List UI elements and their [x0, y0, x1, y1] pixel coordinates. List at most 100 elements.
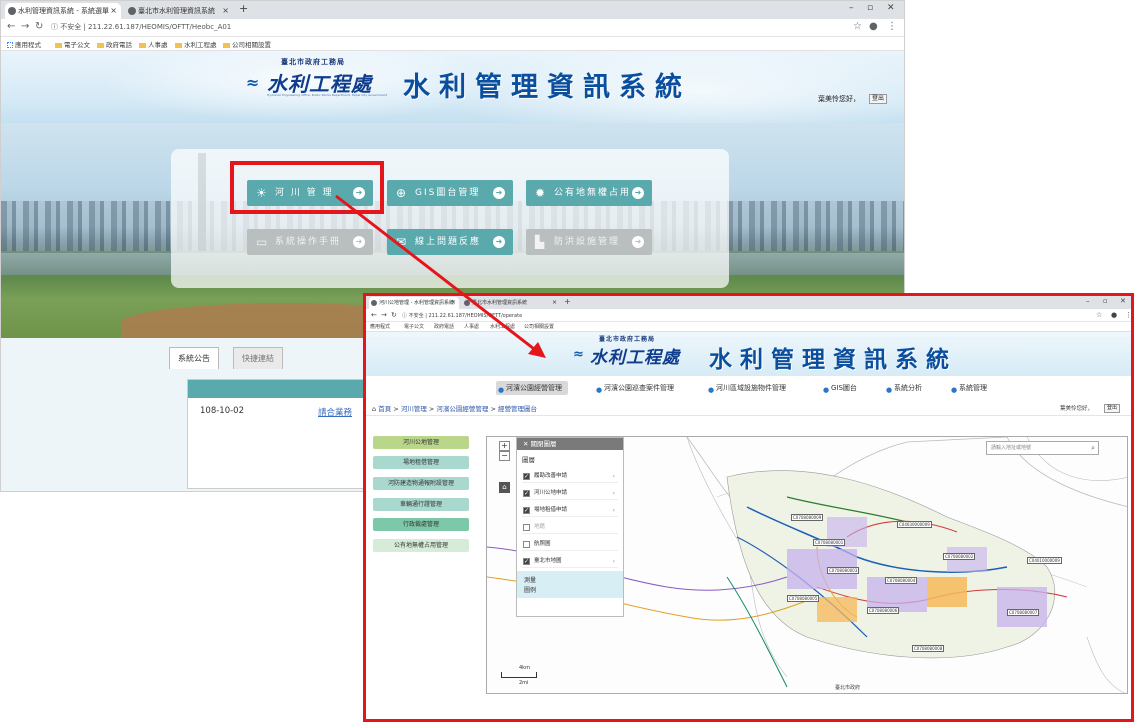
map-marker-label[interactable]: C0708080006 [867, 607, 900, 614]
browser-tab[interactable]: 臺北市水利管理資訊系統 × [462, 297, 560, 309]
logout-button[interactable]: 登出 [869, 94, 888, 104]
sidebar-item-flood-structure[interactable]: 河防建造物通報附設管理 [373, 477, 469, 490]
close-window-icon[interactable]: ✕ [887, 3, 895, 13]
star-icon[interactable]: ☆ [1096, 311, 1102, 319]
tab-announcement[interactable]: 系統公告 [169, 347, 219, 369]
breadcrumb-item[interactable]: 河濱公園經營管理 [436, 405, 488, 413]
manual-button[interactable]: ▭ 系統操作手冊 ➜ [247, 229, 373, 255]
browser-tab-active[interactable]: 水利管理資訊系統 - 系統選單 × [5, 3, 121, 19]
address-bar[interactable]: ⓘ 不安全 | 211.22.61.187/HEOMIS/OFTT/operat… [402, 312, 522, 319]
checkbox-checked[interactable]: ✓ [523, 473, 530, 480]
announcement-link[interactable]: 請合業務 [318, 406, 352, 418]
minimize-icon[interactable]: – [1086, 297, 1090, 305]
close-tab-icon[interactable]: × [552, 297, 557, 309]
map-marker-label[interactable]: C0708080004 [885, 577, 918, 584]
layer-item[interactable]: ✓ 臺北市地圖 › [522, 555, 618, 568]
flood-facility-button[interactable]: ▙ 防洪設施管理 ➜ [526, 229, 652, 255]
legend-tool[interactable]: 圖例 [524, 585, 536, 594]
arrow-right-icon: ➜ [493, 187, 505, 199]
close-tab-icon[interactable]: × [222, 3, 229, 19]
map-view[interactable]: C0708080009 C04030000009 C0708080001 C07… [486, 436, 1128, 694]
sidebar-item-public-land[interactable]: 公有地無權占用管理 [373, 539, 469, 552]
bookmark-item[interactable]: 水利工程處 [175, 39, 217, 49]
layer-item[interactable]: ✓ 河川公地申請 › [522, 487, 618, 500]
tab-park-inspection[interactable]: ● 河濱公園巡查案件管理 [594, 381, 674, 395]
checkbox-checked[interactable]: ✓ [523, 490, 530, 497]
map-marker-label[interactable]: C0708080003 [827, 567, 860, 574]
bookmark-apps[interactable]: 應用程式 [370, 323, 390, 330]
gis-management-button[interactable]: ⊕ GIS圖台管理 ➜ [387, 180, 513, 206]
address-bar[interactable]: ⓘ 不安全 | 211.22.61.187/HEOMIS/OFTT/Heobc_… [51, 22, 231, 32]
checkbox[interactable] [523, 541, 530, 548]
maximize-icon[interactable]: ▫ [1103, 297, 1108, 305]
minimize-icon[interactable]: – [849, 3, 854, 13]
bookmark-item[interactable]: 人事處 [139, 39, 168, 49]
bookmark-item[interactable]: 政府電話 [97, 39, 132, 49]
bookmark-item[interactable]: 公司相關設置 [524, 323, 554, 330]
bookmark-item[interactable]: 人事處 [464, 323, 479, 330]
account-icon[interactable]: ● [869, 21, 878, 32]
back-icon[interactable]: ← [371, 311, 377, 319]
zoom-out-button[interactable]: − [499, 451, 510, 461]
bookmark-item[interactable]: 電子公文 [55, 39, 90, 49]
tab-system-admin[interactable]: ● 系統管理 [949, 381, 987, 395]
close-layer-button[interactable]: ✕ 關閉圖層 [517, 438, 623, 450]
map-marker-label[interactable]: C0708080002 [943, 553, 976, 560]
map-marker-label[interactable]: C0708080008 [912, 645, 945, 652]
map-marker-label[interactable]: C0708080001 [813, 539, 846, 546]
new-tab-icon[interactable]: + [564, 297, 571, 306]
map-marker-label[interactable]: C0708080007 [1007, 609, 1040, 616]
bookmark-item[interactable]: 公司相關設置 [223, 39, 271, 49]
bookmark-apps[interactable]: 應用程式 [7, 39, 41, 49]
tab-park-management[interactable]: ● 河濱公園經營管理 [496, 381, 568, 395]
sidebar-item-river-land[interactable]: 河川公地管理 [373, 436, 469, 449]
logo-wave-icon: ≈ [246, 73, 260, 92]
browser-tab[interactable]: 臺北市水利管理資訊系統 × [125, 3, 233, 19]
breadcrumb-home[interactable]: 首頁 [378, 405, 391, 413]
forward-icon[interactable]: → [381, 311, 387, 319]
bookmark-item[interactable]: 政府電話 [434, 323, 454, 330]
menu-dots-icon[interactable]: ⋮ [887, 21, 897, 32]
sidebar-item-venue-rental[interactable]: 場地租借管理 [373, 456, 469, 469]
account-icon[interactable]: ● [1111, 311, 1117, 319]
maximize-icon[interactable]: ▫ [867, 3, 873, 13]
home-extent-button[interactable]: ⌂ [499, 482, 510, 493]
tab-analysis[interactable]: ● 系統分析 [884, 381, 922, 395]
bookmark-item[interactable]: 水利工程處 [490, 323, 515, 330]
map-search-input[interactable]: 請輸入地址或地號 ⌕ [986, 441, 1099, 455]
logout-button[interactable]: 登出 [1104, 404, 1121, 413]
close-window-icon[interactable]: ✕ [1120, 297, 1126, 305]
back-icon[interactable]: ← [7, 21, 15, 32]
bookmark-item[interactable]: 電子公文 [404, 323, 424, 330]
checkbox-checked[interactable]: ✓ [523, 558, 530, 565]
reload-icon[interactable]: ↻ [391, 311, 397, 319]
browser-tab-active[interactable]: 河川公地管理 - 水利管理資訊系統 × [369, 297, 459, 309]
measure-tool[interactable]: 測量 [524, 575, 536, 584]
close-tab-icon[interactable]: × [451, 297, 456, 309]
close-tab-icon[interactable]: × [110, 3, 117, 19]
tab-quick-links[interactable]: 快捷連結 [233, 347, 283, 369]
breadcrumb-item[interactable]: 河川管理 [401, 405, 427, 413]
zoom-in-button[interactable]: + [499, 441, 510, 451]
layer-item[interactable]: ✓ 場地租借申請 › [522, 504, 618, 517]
search-icon[interactable]: ⌕ [1091, 442, 1095, 454]
sidebar-item-vehicle-pass[interactable]: 車輛通行證管理 [373, 498, 469, 511]
reload-icon[interactable]: ↻ [35, 21, 43, 32]
checkbox-checked[interactable]: ✓ [523, 507, 530, 514]
layer-item[interactable]: 航照圖 [522, 538, 618, 551]
map-marker-label[interactable]: C04030000009 [897, 521, 932, 528]
new-tab-icon[interactable]: + [239, 2, 248, 15]
layer-item[interactable]: ✓ 履勘改善申請 › [522, 470, 618, 483]
menu-dots-icon[interactable]: ⋮ [1125, 311, 1131, 319]
tab-gis[interactable]: ● GIS圖台 [821, 381, 857, 395]
tab-river-facilities[interactable]: ● 河川區域設施物件管理 [706, 381, 786, 395]
feedback-button[interactable]: ✉ 線上問題反應 ➜ [387, 229, 513, 255]
public-land-button[interactable]: ✹ 公有地無權占用 ➜ [526, 180, 652, 206]
breadcrumb-current[interactable]: 經營管理圖台 [498, 405, 537, 413]
sidebar-item-penalty[interactable]: 行政裁處管理 [373, 518, 469, 531]
map-marker-label[interactable]: C04010000009 [1027, 557, 1062, 564]
forward-icon[interactable]: → [21, 21, 29, 32]
map-marker-label[interactable]: C0708080005 [787, 595, 820, 602]
map-marker-label[interactable]: C0708080009 [791, 514, 824, 521]
star-icon[interactable]: ☆ [853, 21, 862, 32]
